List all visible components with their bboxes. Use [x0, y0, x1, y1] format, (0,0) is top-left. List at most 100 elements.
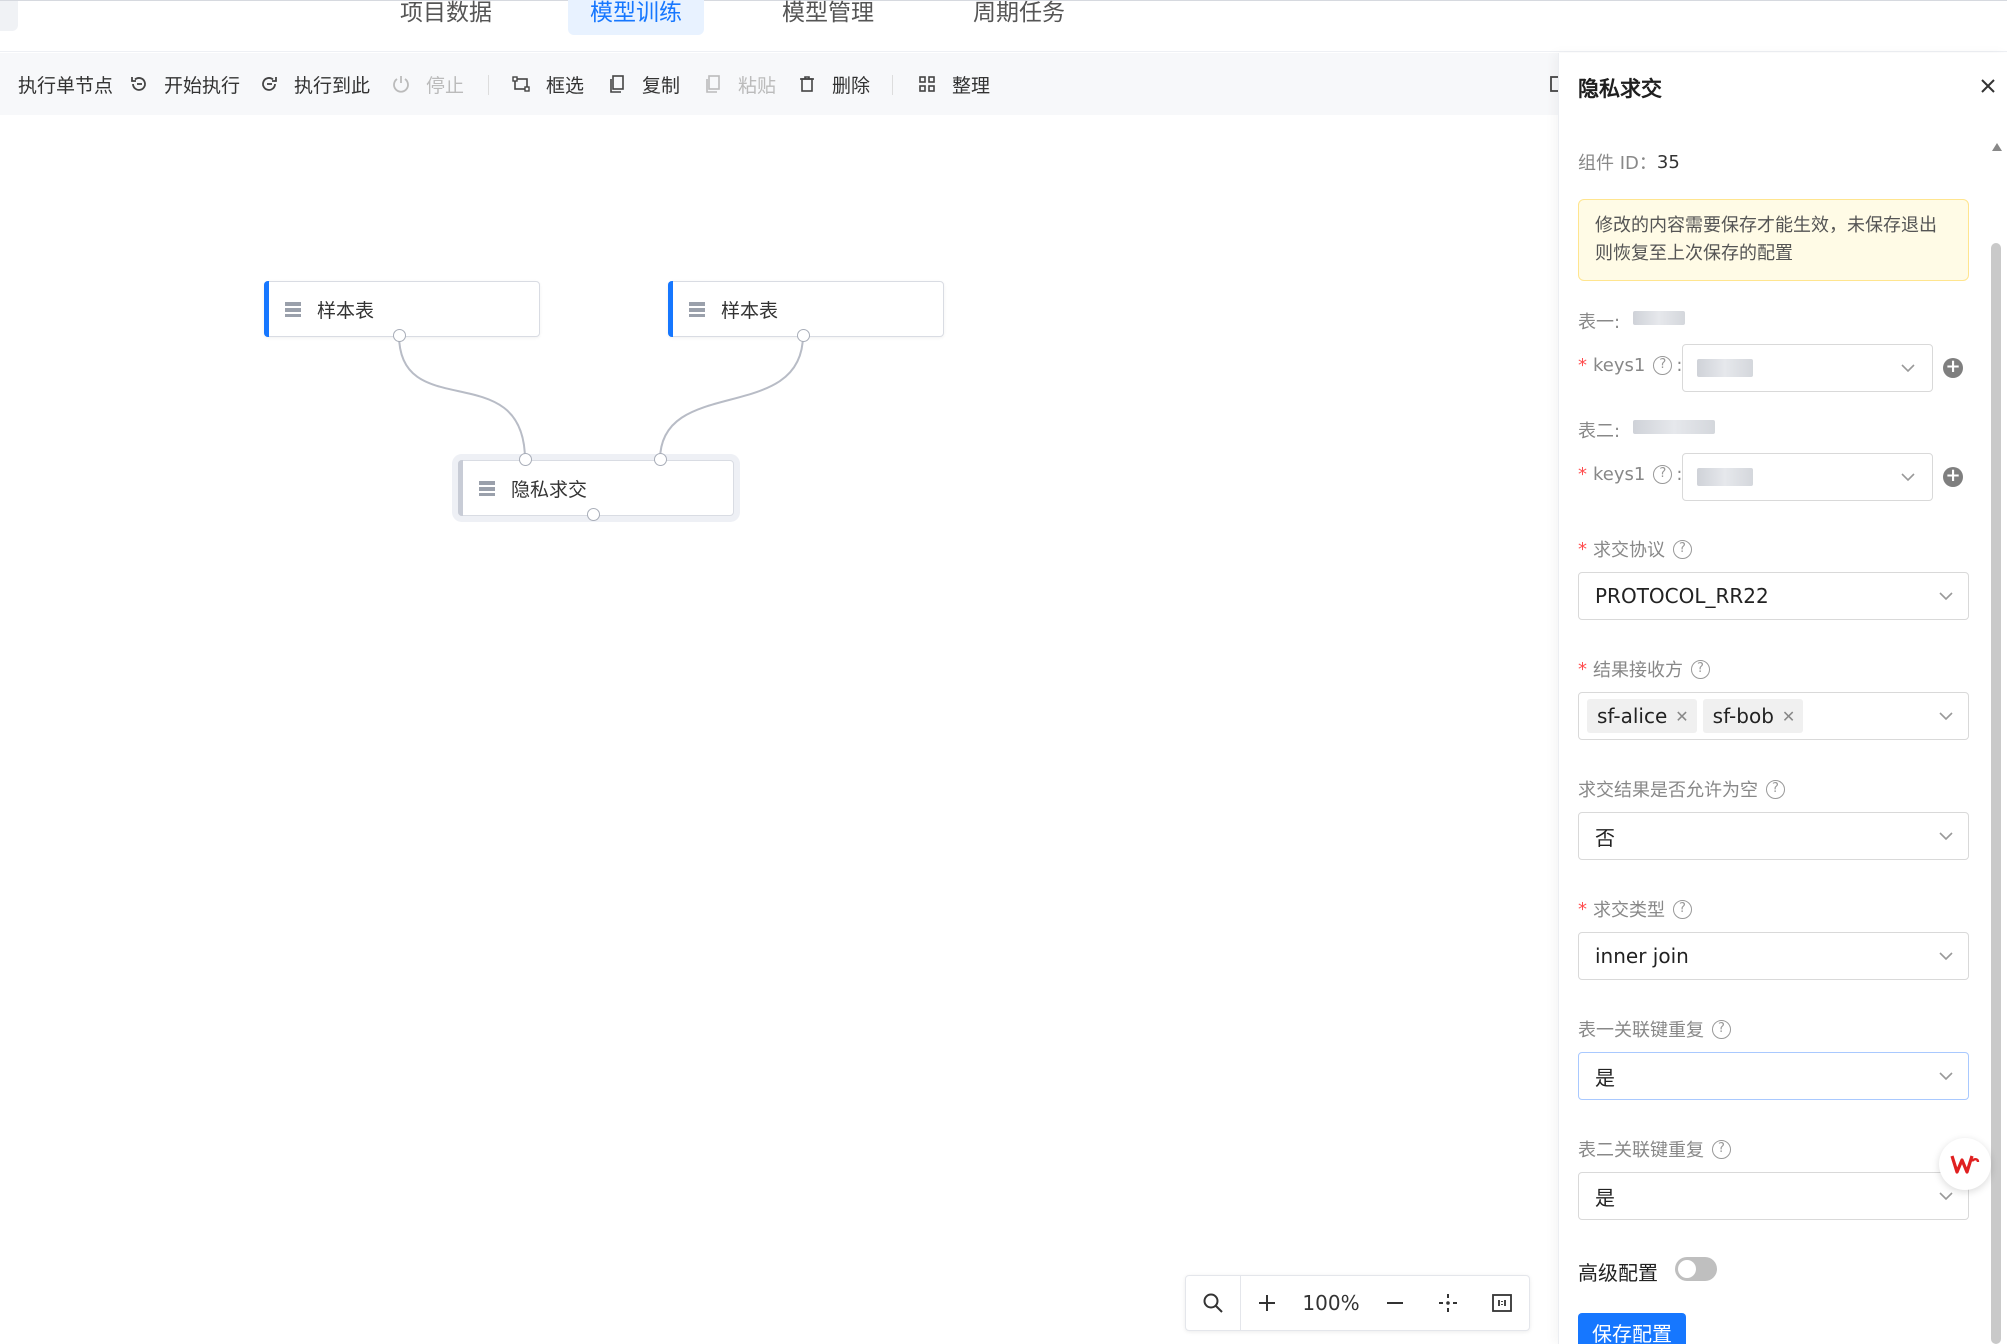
- help-icon[interactable]: ?: [1673, 899, 1692, 919]
- tab-periodic-tasks[interactable]: 周期任务: [951, 0, 1087, 35]
- join-type-select[interactable]: inner join: [1578, 932, 1969, 980]
- join-type-value: inner join: [1595, 944, 1689, 968]
- allow-empty-select[interactable]: 否: [1578, 812, 1969, 860]
- zoom-value: 100%: [1302, 1291, 1360, 1315]
- component-id: 组件 ID： 35: [1578, 149, 1680, 175]
- protocol-value: PROTOCOL_RR22: [1595, 584, 1769, 608]
- run-to-here-button[interactable]: 执行到此: [258, 53, 370, 115]
- table2-label: 表二:: [1578, 421, 1621, 442]
- graph-canvas[interactable]: 样本表 样本表 隐私求交: [0, 115, 1558, 1344]
- grid-icon: [916, 73, 938, 95]
- run-single-node-label: 执行单节点: [18, 74, 114, 97]
- table-icon: [285, 302, 301, 317]
- protocol-select[interactable]: PROTOCOL_RR22: [1578, 572, 1969, 620]
- graph-node-sample-table-2[interactable]: 样本表: [668, 281, 944, 342]
- table1-dup-label: 表一关联键重复: [1578, 1020, 1704, 1041]
- receiver-multiselect[interactable]: sf-alice ✕ sf-bob ✕: [1578, 692, 1969, 740]
- table2-row: 表二:: [1578, 417, 1620, 443]
- graph-node-psi[interactable]: 隐私求交: [458, 453, 734, 521]
- scroll-up-arrow[interactable]: [1992, 143, 2002, 151]
- table1-keys-select[interactable]: [1682, 344, 1933, 392]
- table2-keys-label: * keys1 ? :: [1578, 464, 1682, 485]
- protocol-label-row: * 求交协议 ?: [1578, 536, 1692, 562]
- zoom-out-button[interactable]: [1369, 1275, 1421, 1331]
- trash-icon: [796, 73, 818, 95]
- table2-key-redacted: [1697, 468, 1753, 486]
- help-icon[interactable]: ?: [1653, 356, 1673, 375]
- table1-dup-select[interactable]: 是: [1578, 1052, 1969, 1100]
- delete-button[interactable]: 删除: [796, 53, 870, 115]
- remove-tag-icon[interactable]: ✕: [1675, 707, 1688, 726]
- graph-node-sample-table-1[interactable]: 样本表: [264, 281, 540, 342]
- table2-name-redacted: [1633, 420, 1715, 434]
- table1-dup-label-row: 表一关联键重复 ?: [1578, 1016, 1731, 1042]
- help-icon[interactable]: ?: [1766, 779, 1785, 799]
- scrollbar[interactable]: [1991, 243, 2001, 1344]
- required-mark: *: [1578, 658, 1587, 680]
- tab-model-management[interactable]: 模型管理: [760, 0, 896, 35]
- search-button[interactable]: [1186, 1275, 1240, 1331]
- box-select-label: 框选: [546, 74, 585, 97]
- tab-project-data[interactable]: 项目数据: [378, 0, 514, 35]
- edge: [398, 334, 526, 461]
- start-run-button[interactable]: 开始执行: [128, 53, 240, 115]
- fit-view-button[interactable]: [1421, 1275, 1475, 1331]
- receiver-tag: sf-alice ✕: [1587, 699, 1697, 733]
- input-port[interactable]: [654, 453, 667, 466]
- chevron-down-icon: [1901, 473, 1915, 482]
- join-type-label-row: * 求交类型 ?: [1578, 896, 1692, 922]
- help-icon[interactable]: ?: [1712, 1019, 1731, 1039]
- receiver-tag: sf-bob ✕: [1702, 699, 1804, 733]
- join-type-label: 求交类型: [1593, 900, 1665, 921]
- table2-dup-select[interactable]: 是: [1578, 1172, 1969, 1220]
- plus-icon: [1259, 1295, 1275, 1311]
- table1-dup-value: 是: [1595, 1065, 1615, 1090]
- copy-icon: [606, 73, 628, 95]
- minus-icon: [1387, 1302, 1403, 1304]
- unsaved-notice: 修改的内容需要保存才能生效，未保存退出则恢复至上次保存的配置: [1578, 199, 1969, 281]
- output-port[interactable]: [797, 329, 810, 342]
- input-port[interactable]: [519, 453, 532, 466]
- chevron-down-icon: [1939, 712, 1953, 721]
- arrange-button[interactable]: 整理: [916, 53, 990, 115]
- chevron-down-icon: [1939, 1072, 1953, 1081]
- table2-dup-label-row: 表二关联键重复 ?: [1578, 1136, 1731, 1162]
- copy-label: 复制: [642, 74, 681, 97]
- copy-button[interactable]: 复制: [606, 53, 680, 115]
- output-port[interactable]: [587, 508, 600, 521]
- help-icon[interactable]: ?: [1712, 1139, 1731, 1159]
- table2-keys-select[interactable]: [1682, 453, 1933, 501]
- paste-button[interactable]: 粘贴: [702, 53, 776, 115]
- chevron-down-icon: [1939, 592, 1953, 601]
- actual-size-icon: [1492, 1294, 1512, 1312]
- table1-name-redacted: [1633, 311, 1685, 325]
- actual-size-button[interactable]: [1475, 1275, 1529, 1331]
- graph-edges: [398, 334, 804, 461]
- stop-button[interactable]: 停止: [390, 53, 464, 115]
- arrange-label: 整理: [952, 74, 991, 97]
- advanced-toggle[interactable]: [1675, 1257, 1717, 1281]
- add-key-button[interactable]: +: [1943, 467, 1963, 487]
- add-key-button[interactable]: +: [1943, 358, 1963, 378]
- help-icon[interactable]: ?: [1691, 659, 1710, 679]
- chevron-down-icon: [1939, 832, 1953, 841]
- paste-icon: [702, 73, 724, 95]
- run-single-node-button[interactable]: 执行单节点: [18, 53, 113, 115]
- output-port[interactable]: [393, 329, 406, 342]
- help-icon[interactable]: ?: [1653, 465, 1673, 484]
- zoom-in-button[interactable]: [1241, 1275, 1293, 1331]
- run-to-here-icon: [258, 73, 280, 95]
- nav-corner: [0, 1, 18, 31]
- box-select-button[interactable]: 框选: [510, 53, 584, 115]
- allow-empty-label-row: 求交结果是否允许为空 ?: [1578, 776, 1785, 802]
- chevron-down-icon: [1939, 952, 1953, 961]
- tab-model-training[interactable]: 模型训练: [568, 0, 704, 35]
- save-config-button[interactable]: 保存配置: [1578, 1313, 1686, 1344]
- help-icon[interactable]: ?: [1673, 539, 1692, 559]
- close-icon[interactable]: [1977, 75, 1999, 97]
- table1-keys-label: * keys1 ? :: [1578, 355, 1682, 376]
- run-to-here-label: 执行到此: [294, 74, 371, 97]
- remove-tag-icon[interactable]: ✕: [1782, 707, 1795, 726]
- start-run-icon: [128, 73, 150, 95]
- wps-floating-button[interactable]: [1939, 1138, 1991, 1190]
